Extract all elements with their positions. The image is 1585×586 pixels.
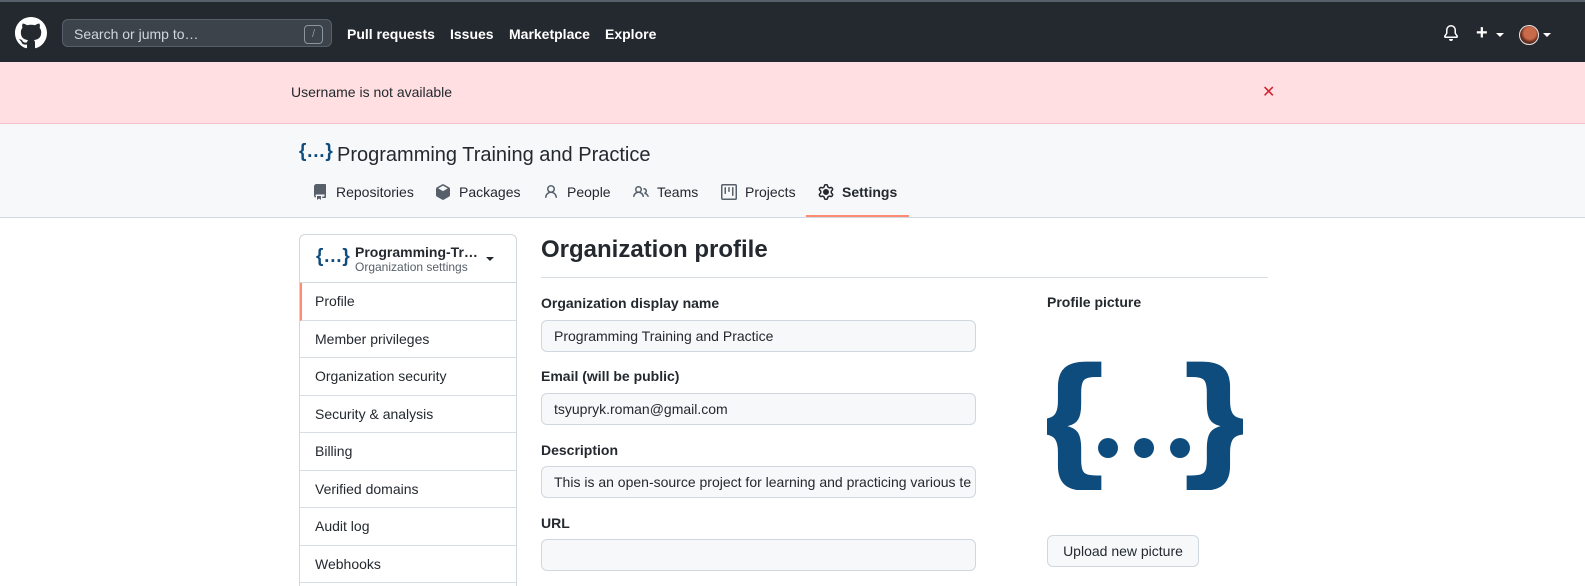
page-title: Organization profile	[541, 236, 768, 263]
create-new-caret-icon[interactable]	[1496, 33, 1504, 37]
nav-issues[interactable]: Issues	[450, 26, 494, 42]
profile-picture-image: { }	[1047, 350, 1243, 490]
org-header: {…} Programming Training and Practice Re…	[0, 124, 1585, 218]
github-logo-icon[interactable]	[15, 17, 47, 49]
flash-message: Username is not available	[291, 84, 453, 100]
email-label: Email (will be public)	[541, 368, 680, 384]
active-tab-indicator	[806, 215, 909, 217]
search-placeholder: Search or jump to…	[74, 26, 199, 42]
right-brace-mark: }	[1169, 350, 1243, 490]
project-icon	[721, 184, 737, 200]
tab-label: People	[567, 184, 611, 200]
user-menu-caret-icon[interactable]	[1543, 33, 1551, 37]
tab-people[interactable]: People	[543, 184, 611, 200]
avatar[interactable]	[1519, 25, 1539, 45]
nav-marketplace[interactable]: Marketplace	[509, 26, 590, 42]
org-settings-subtitle: Organization settings	[355, 260, 468, 274]
url-field[interactable]	[541, 539, 976, 571]
gear-icon	[818, 184, 834, 200]
sidebar-item-audit-log[interactable]: Audit log	[300, 508, 516, 546]
org-context-switcher[interactable]: {…} Programming-Tr… Organization setting…	[300, 235, 516, 283]
sidebar-item-profile[interactable]: Profile	[300, 283, 516, 321]
tab-repositories[interactable]: Repositories	[312, 184, 414, 200]
tab-label: Packages	[459, 184, 521, 200]
sidebar-item-verified-domains[interactable]: Verified domains	[300, 471, 516, 508]
nav-pull-requests[interactable]: Pull requests	[347, 26, 435, 42]
tab-packages[interactable]: Packages	[435, 184, 520, 200]
url-label: URL	[541, 515, 570, 531]
tab-label: Repositories	[336, 184, 414, 200]
tab-settings[interactable]: Settings	[818, 184, 897, 200]
org-avatar-logo: {…}	[316, 246, 350, 267]
profile-picture-label: Profile picture	[1047, 294, 1142, 310]
sidebar-item-organization-security[interactable]: Organization security	[300, 358, 516, 396]
create-new-plus-icon[interactable]: +	[1476, 22, 1488, 45]
close-icon[interactable]: ✕	[1262, 82, 1275, 102]
org-avatar-logo[interactable]: {…}	[299, 141, 333, 163]
description-label: Description	[541, 442, 619, 458]
display-name-label: Organization display name	[541, 295, 720, 311]
sidebar-item-security-analysis[interactable]: Security & analysis	[300, 396, 516, 433]
bell-icon[interactable]	[1443, 25, 1459, 41]
title-divider	[541, 277, 1268, 278]
package-icon	[436, 184, 450, 200]
person-icon	[545, 185, 557, 199]
tab-label: Teams	[657, 184, 699, 200]
left-brace-mark: {	[1047, 350, 1119, 490]
org-short-name: Programming-Tr…	[355, 244, 478, 260]
people-icon	[633, 185, 649, 198]
tab-projects[interactable]: Projects	[721, 184, 796, 200]
global-header: Search or jump to… / Pull requests Issue…	[0, 0, 1585, 62]
description-field[interactable]: This is an open-source project for learn…	[541, 466, 976, 498]
sidebar-item-billing[interactable]: Billing	[300, 433, 516, 471]
tab-label: Projects	[745, 184, 796, 200]
chevron-down-icon	[486, 257, 494, 261]
org-title[interactable]: Programming Training and Practice	[337, 144, 650, 167]
tab-teams[interactable]: Teams	[633, 184, 698, 200]
email-field[interactable]: tsyupryk.roman@gmail.com	[541, 393, 976, 425]
repo-icon	[314, 184, 326, 200]
flash-error-banner: Username is not available ✕	[0, 62, 1585, 124]
nav-explore[interactable]: Explore	[605, 26, 656, 42]
search-shortcut-hint: /	[304, 25, 323, 44]
upload-picture-button[interactable]: Upload new picture	[1047, 535, 1199, 567]
search-input[interactable]: Search or jump to… /	[62, 19, 332, 47]
display-name-field[interactable]: Programming Training and Practice	[541, 320, 976, 352]
sidebar-item-webhooks[interactable]: Webhooks	[300, 546, 516, 583]
settings-sidebar: {…} Programming-Tr… Organization setting…	[299, 234, 517, 586]
sidebar-item-member-privileges[interactable]: Member privileges	[300, 321, 516, 358]
tab-label: Settings	[842, 184, 898, 200]
